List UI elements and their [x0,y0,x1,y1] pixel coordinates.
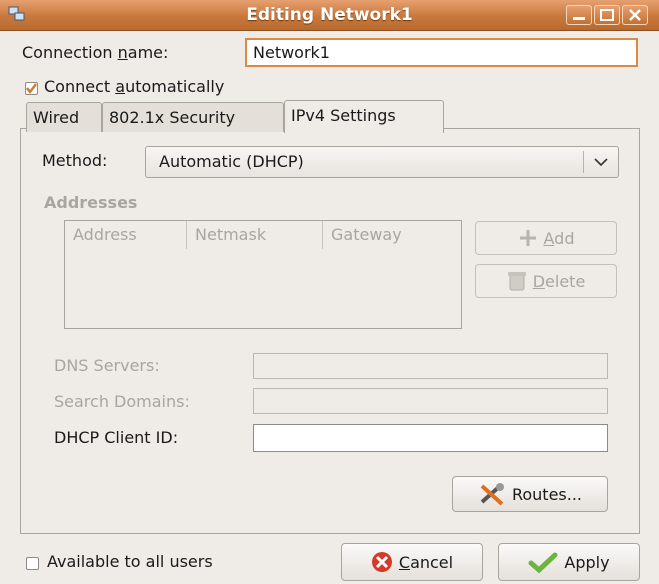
checkmark-icon [528,552,558,573]
add-button[interactable]: Add [475,221,617,255]
dns-servers-label: DNS Servers: [54,356,160,375]
method-combo[interactable]: Automatic (DHCP) [145,146,619,178]
available-to-all-users-label: Available to all users [47,552,213,571]
close-icon [629,9,641,21]
available-to-all-users-checkbox[interactable] [26,557,39,570]
search-domains-label: Search Domains: [54,392,190,411]
tools-icon [480,483,504,506]
tab-802-1x-security[interactable]: 802.1x Security [102,102,284,132]
maximize-button[interactable] [594,5,620,25]
tab-ipv4-settings[interactable]: IPv4 Settings [284,100,444,133]
minimize-icon [573,17,585,20]
minimize-button[interactable] [566,5,592,25]
routes-button[interactable]: Routes... [452,476,608,512]
column-header-gateway: Gateway [331,225,402,244]
combo-separator [583,151,584,173]
window-title: Editing Network1 [246,5,413,25]
dhcp-client-id-input[interactable] [253,424,608,452]
dns-servers-input[interactable] [253,353,608,379]
cancel-button[interactable]: Cancel [341,543,483,581]
delete-button[interactable]: Delete [475,264,617,298]
addresses-heading: Addresses [44,193,138,212]
settings-notebook [20,128,640,534]
connect-automatically-checkbox[interactable] [25,82,38,95]
connect-automatically-label: Connect automatically [44,77,225,96]
method-label: Method: [42,151,108,170]
column-header-address: Address [65,221,187,249]
column-header-netmask: Netmask [187,221,323,249]
connection-name-value: Network1 [253,43,330,62]
network-icon [8,6,26,22]
dhcp-client-id-label: DHCP Client ID: [54,428,179,447]
close-button[interactable] [622,5,648,25]
connection-name-input[interactable]: Network1 [245,38,638,67]
addresses-table: Address Netmask Gateway [64,220,462,329]
checkmark-icon [26,83,37,94]
trash-icon [507,272,526,291]
cancel-icon [371,552,392,572]
plus-icon [519,230,536,246]
tab-wired[interactable]: Wired [26,102,102,132]
connection-name-label: Connection name: [22,43,169,62]
apply-button[interactable]: Apply [498,543,640,581]
method-value: Automatic (DHCP) [159,152,304,171]
maximize-icon [600,9,614,21]
chevron-down-icon [594,158,608,167]
search-domains-input[interactable] [253,388,608,414]
